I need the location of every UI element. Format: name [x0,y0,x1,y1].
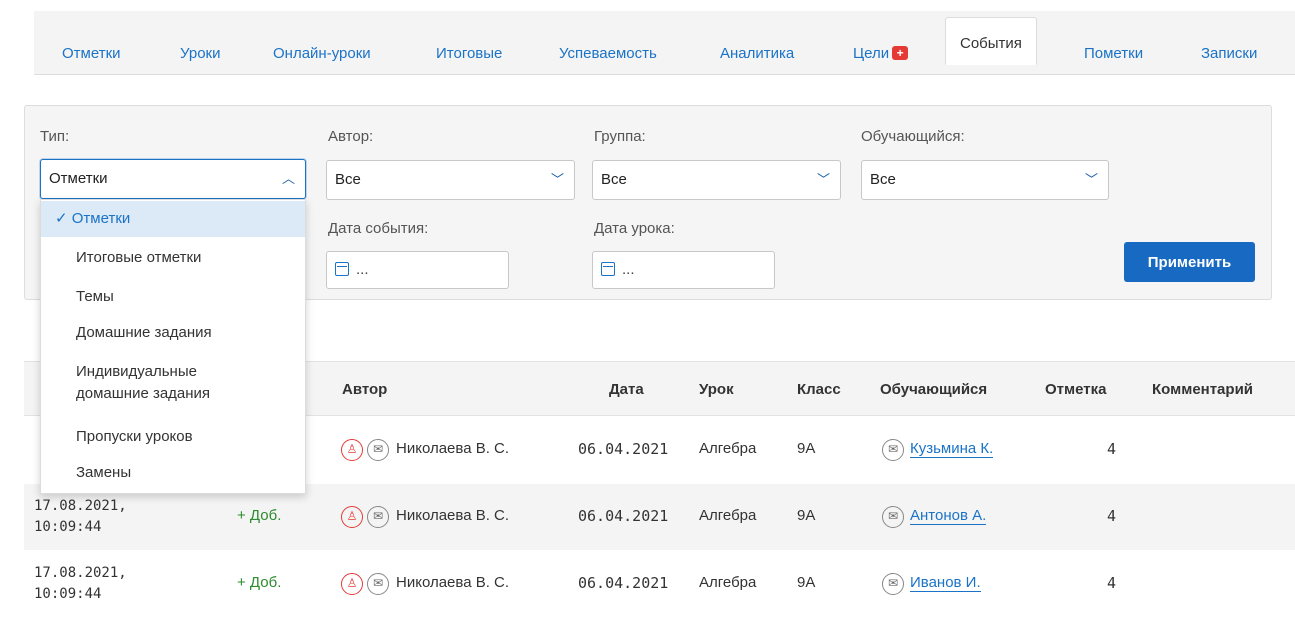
type-dropdown-menu: ✓ Отметки Итоговые отметки Темы Домашние… [40,199,306,494]
lesson-date-value: ... [622,261,635,278]
tab-analytics[interactable]: Аналитика [720,45,794,62]
lesson-date-input[interactable]: ... [592,251,775,289]
type-option-substitutions[interactable]: Замены [41,462,305,484]
group-label: Группа: [594,128,646,145]
row-lesson: Алгебра [699,507,757,524]
row-class: 9А [797,440,816,457]
th-class[interactable]: Класс [797,381,841,398]
student-select[interactable]: Все ﹀ [861,160,1109,200]
student-label: Обучающийся: [861,128,965,145]
calendar-icon [601,262,615,276]
event-date-value: ... [356,261,369,278]
th-date[interactable]: Дата [609,381,644,398]
type-select[interactable]: Отметки ︿ [40,159,306,199]
row-author: Николаева В. С. [396,507,510,524]
row-class: 9А [797,507,816,524]
mail-icon[interactable]: ✉ [882,506,904,528]
tab-marks[interactable]: Отметки [62,45,121,62]
mail-icon[interactable]: ✉ [367,573,389,595]
tab-goals[interactable]: Цели + [853,45,909,62]
row-lesson: Алгебра [699,440,757,457]
option-label: Отметки [71,210,131,227]
tab-lessons[interactable]: Уроки [180,45,220,62]
type-option-homework[interactable]: Домашние задания [41,322,305,344]
event-date-input[interactable]: ... [326,251,509,289]
person-icon[interactable]: ♙ [341,506,363,528]
tab-memos[interactable]: Записки [1201,45,1257,62]
tab-final[interactable]: Итоговые [436,45,502,62]
table-row: 17.08.2021, 10:09:44 + Доб. ♙ ✉ Николаев… [24,551,1295,617]
type-select-value: Отметки [49,170,108,187]
row-date: 06.04.2021 [578,507,669,525]
lesson-date-label: Дата урока: [594,220,675,237]
row-class: 9А [797,574,816,591]
row-mark: 4 [1107,507,1117,525]
goals-plus-badge-icon: + [892,46,909,60]
th-author[interactable]: Автор [342,381,387,398]
tab-goals-label: Цели [853,45,890,62]
author-select[interactable]: Все ﹀ [326,160,575,200]
type-option-topics[interactable]: Темы [41,286,305,308]
type-option-final-marks[interactable]: Итоговые отметки [41,247,305,269]
tab-bar [34,11,1295,75]
th-student[interactable]: Обучающийся [880,381,987,398]
row-mark: 4 [1107,440,1117,458]
person-icon[interactable]: ♙ [341,439,363,461]
row-action-added: + Доб. [237,507,282,524]
row-student-link[interactable]: Антонов А. [910,507,987,525]
th-lesson[interactable]: Урок [699,381,734,398]
row-author: Николаева В. С. [396,574,510,591]
row-student-link[interactable]: Кузьмина К. [910,440,994,458]
mail-icon[interactable]: ✉ [882,573,904,595]
row-time: 10:09:44 [34,586,102,602]
row-datetime: 17.08.2021, [34,565,127,581]
row-time: 10:09:44 [34,519,102,535]
row-date: 06.04.2021 [578,574,669,592]
row-student-link[interactable]: Иванов И. [910,574,981,592]
person-icon[interactable]: ♙ [341,573,363,595]
th-comment[interactable]: Комментарий [1152,381,1253,398]
row-mark: 4 [1107,574,1117,592]
author-label: Автор: [328,128,374,145]
group-select-value: Все [601,171,627,188]
row-author: Николаева В. С. [396,440,510,457]
chevron-down-icon: ﹀ [816,172,830,187]
tab-notes[interactable]: Пометки [1084,45,1143,62]
calendar-icon [335,262,349,276]
event-date-label: Дата события: [328,220,429,237]
tab-events[interactable]: События [945,17,1037,65]
type-option-individual-homework[interactable]: Индивидуальные домашние задания [41,361,271,405]
student-select-value: Все [870,171,896,188]
mail-icon[interactable]: ✉ [367,439,389,461]
row-lesson: Алгебра [699,574,757,591]
th-mark[interactable]: Отметка [1045,381,1106,398]
mail-icon[interactable]: ✉ [882,439,904,461]
chevron-up-icon: ︿ [281,171,295,186]
row-action-added: + Доб. [237,574,282,591]
author-select-value: Все [335,171,361,188]
tab-progress[interactable]: Успеваемость [559,45,657,62]
tab-online-lessons[interactable]: Онлайн-уроки [273,45,371,62]
chevron-down-icon: ﹀ [1084,172,1098,187]
group-select[interactable]: Все ﹀ [592,160,841,200]
mail-icon[interactable]: ✉ [367,506,389,528]
check-icon: ✓ [55,210,68,227]
chevron-down-icon: ﹀ [550,172,564,187]
row-datetime: 17.08.2021, [34,498,127,514]
type-option-absences[interactable]: Пропуски уроков [41,426,305,448]
apply-button[interactable]: Применить [1124,242,1255,282]
type-label: Тип: [40,128,70,145]
type-option-marks[interactable]: ✓ Отметки [41,201,305,237]
row-date: 06.04.2021 [578,440,669,458]
